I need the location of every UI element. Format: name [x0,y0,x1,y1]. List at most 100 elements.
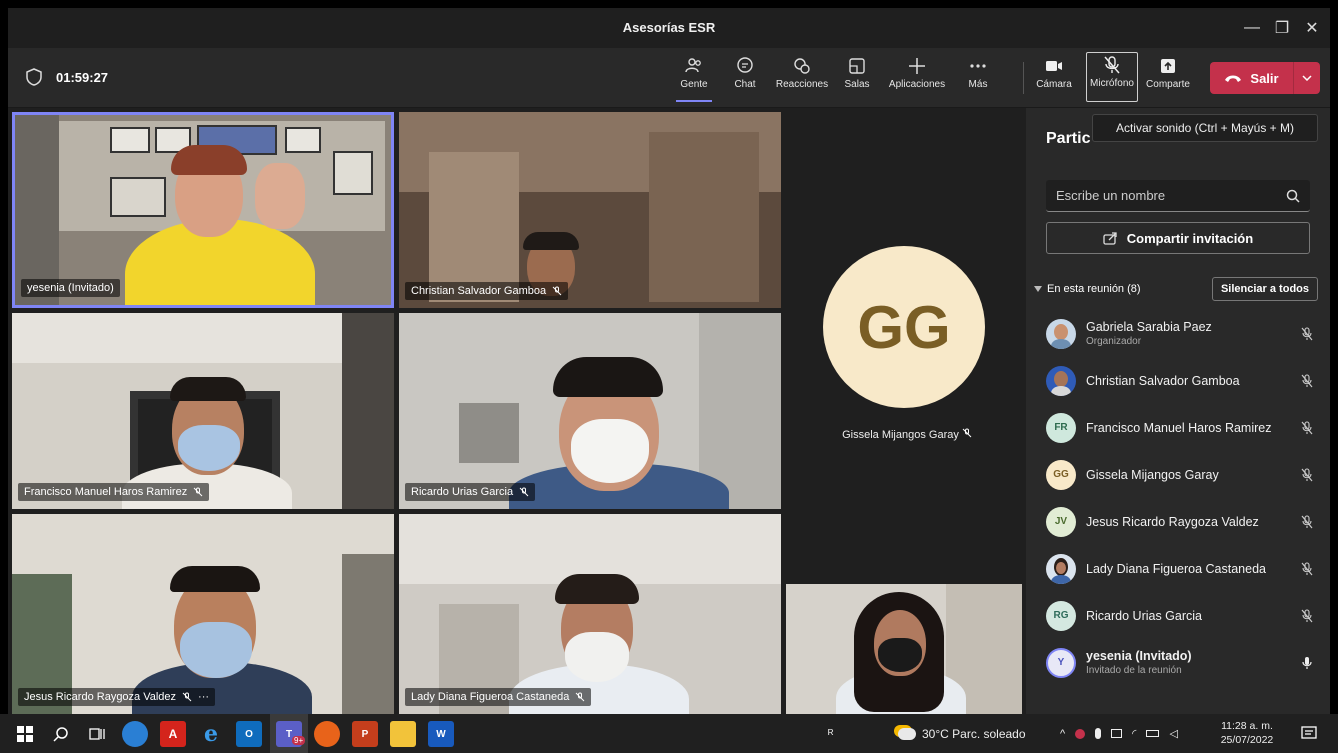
wifi-icon[interactable]: ◜ [1132,727,1136,740]
microphone-button[interactable]: Micrófono [1086,52,1138,102]
tray-app-icon[interactable] [1075,728,1086,739]
list-item[interactable]: JV Jesus Ricardo Raygoza Valdez [1026,498,1330,545]
search-icon[interactable] [48,721,74,747]
participant-role: Organizador [1086,336,1142,347]
list-item[interactable]: Lady Diana Figueroa Castaneda [1026,545,1330,592]
rooms-label: Salas [844,79,870,90]
people-tray-icon[interactable]: ᴿ [828,714,833,753]
leave-main[interactable]: Salir [1210,62,1294,94]
timer-text: 01:59:27 [56,69,109,85]
leave-options[interactable] [1294,75,1320,81]
firefox-icon[interactable] [314,721,340,747]
mic-off-icon [1298,325,1316,343]
minimize-icon[interactable]: — [1240,16,1264,40]
list-item[interactable]: RG Ricardo Urias Garcia [1026,592,1330,639]
participant-name: Francisco Manuel Haros Ramirez [1086,420,1272,435]
mic-off-icon [193,487,203,497]
word-icon[interactable]: W [428,721,454,747]
hang-up-icon [1225,75,1242,82]
more-button[interactable]: Más [966,56,990,102]
participant-name: Jesus Ricardo Raygoza Valdez [1086,514,1259,529]
clock-date: 25/07/2022 [1220,734,1274,746]
more-label: Más [968,79,988,90]
list-item[interactable]: Christian Salvador Gamboa [1026,357,1330,404]
list-item[interactable]: FR Francisco Manuel Haros Ramirez [1026,404,1330,451]
video-tile[interactable]: Ricardo Urias Garcia [399,313,781,509]
camera-button[interactable]: Cámara [1034,56,1074,102]
video-tile[interactable]: Francisco Manuel Haros Ramirez [12,313,394,509]
mic-off-icon [1298,513,1316,531]
people-label: Gente [680,79,708,90]
video-tile[interactable]: Christian Salvador Gamboa [399,112,781,308]
tile-name-label: yesenia (Invitado) [21,279,120,297]
share-invite-icon [1103,232,1117,245]
chat-button[interactable]: Chat [728,56,762,102]
shield-icon [26,68,42,86]
file-explorer-icon[interactable] [390,721,416,747]
acrobat-icon[interactable]: A [160,721,186,747]
tile-name-label: Lady Diana Figueroa Castaneda [405,688,592,706]
windows-start-icon[interactable] [12,721,38,747]
participant-list: Gabriela Sarabia Paez Organizador Christ… [1026,310,1330,686]
chat-label: Chat [734,79,756,90]
maximize-icon[interactable]: ❐ [1270,16,1294,40]
teams-badge: 9+ [292,736,306,745]
share-invitation-button[interactable]: Compartir invitación [1046,222,1310,254]
volume-icon[interactable]: ◁ [1169,727,1177,740]
taskbar-clock[interactable]: 11:28 a. m. 25/07/2022 [1216,719,1278,747]
apps-button[interactable]: Aplicaciones [882,56,952,102]
mic-off-icon [552,286,562,296]
search-placeholder: Escribe un nombre [1056,188,1166,203]
plus-icon [909,58,925,74]
mute-all-button[interactable]: Silenciar a todos [1211,277,1318,301]
tile-name-label: Francisco Manuel Haros Ramirez [18,483,210,501]
list-item[interactable]: GG Gissela Mijangos Garay [1026,451,1330,498]
edge-icon[interactable] [122,721,148,747]
display-tray-icon[interactable] [1111,729,1123,738]
mic-off-icon [182,692,192,702]
tile-more-icon[interactable]: ··· [198,691,209,703]
close-icon[interactable]: ✕ [1300,16,1324,40]
powerpoint-icon[interactable]: P [352,721,378,747]
internet-explorer-icon[interactable]: e [198,721,224,747]
rooms-button[interactable]: Salas [842,56,872,102]
notifications-icon[interactable] [1296,721,1322,747]
mic-off-icon [1298,372,1316,390]
list-item[interactable]: Gabriela Sarabia Paez Organizador [1026,310,1330,357]
leave-button[interactable]: Salir [1210,62,1320,94]
participant-search-input[interactable]: Escribe un nombre [1046,180,1310,212]
list-item[interactable]: Y yesenia (Invitado) Invitado de la reun… [1026,639,1330,686]
reactions-icon [794,58,810,74]
mic-on-icon [1298,654,1316,672]
reactions-button[interactable]: Reacciones [772,56,832,102]
mic-tooltip: Activar sonido (Ctrl + Mayús + M) [1092,114,1318,142]
task-view-icon[interactable] [84,721,110,747]
mic-tray-icon[interactable] [1095,728,1102,739]
participants-panel: Partic Escribe un nombre Compartir invit… [1026,108,1330,714]
section-toggle[interactable]: En esta reunión (8) [1034,283,1141,295]
avatar: GG [1046,459,1076,490]
toolbar-divider [1023,62,1024,94]
featured-avatar-tile[interactable]: GG Gissela Mijangos Garay [788,108,1026,578]
participant-role: Invitado de la reunión [1086,665,1182,676]
weather-widget[interactable]: 30°C Parc. soleado [898,714,1026,753]
self-preview-tile[interactable] [786,584,1022,714]
leave-label: Salir [1250,70,1279,86]
mic-off-icon [576,692,585,702]
tile-name-label: Ricardo Urias Garcia [405,483,536,501]
avatar: FR [1046,412,1076,443]
share-button[interactable]: Comparte [1142,56,1194,102]
video-tile[interactable]: Jesus Ricardo Raygoza Valdez ··· [12,514,394,714]
in-meeting-header: En esta reunión (8) Silenciar a todos [1034,276,1318,302]
title-bar: Asesorías ESR — ❐ ✕ [8,8,1330,48]
video-tile[interactable]: yesenia (Invitado) [12,112,394,308]
video-stage: yesenia (Invitado) Christian Salvador Ga… [8,108,1026,714]
avatar [1046,553,1076,584]
battery-icon[interactable] [1146,730,1160,737]
avatar [1046,365,1076,396]
chevron-up-icon[interactable]: ^ [1060,728,1065,740]
video-tile[interactable]: Lady Diana Figueroa Castaneda [399,514,781,714]
people-button[interactable]: Gente [676,56,712,102]
outlook-icon[interactable]: O [236,721,262,747]
avatar [1046,318,1076,349]
